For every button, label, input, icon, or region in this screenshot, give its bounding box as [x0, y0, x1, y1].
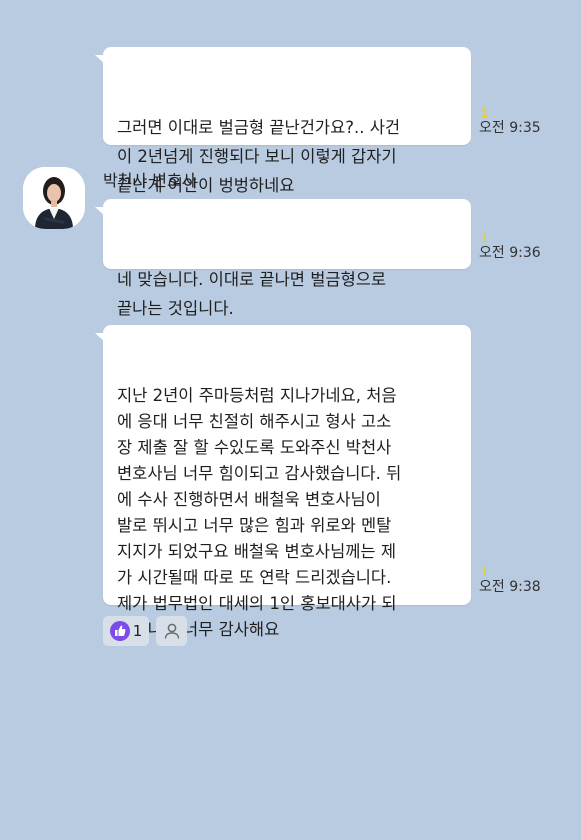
avatar[interactable]: [23, 167, 85, 229]
person-icon: [164, 623, 179, 639]
message-time: 오전 9:36: [479, 245, 541, 261]
thumbs-up-icon: [109, 621, 130, 641]
message-meta: 1 오전 9:35: [479, 107, 541, 137]
read-count: 1: [481, 106, 489, 120]
bubble-tail: [95, 55, 105, 64]
message-bubble[interactable]: 네 맞습니다. 이대로 끝나면 벌금형으로 끝나는 것입니다.: [95, 199, 471, 318]
reaction-users-button[interactable]: [156, 616, 187, 646]
bubble-tail: [95, 333, 105, 342]
bubble-tail: [95, 207, 105, 216]
message-time: 오전 9:38: [479, 579, 541, 595]
message-text: 지난 2년이 주마등처럼 지나가네요, 처음 에 응대 너무 친절히 해주시고 …: [117, 386, 402, 639]
message-time: 오전 9:35: [479, 120, 541, 136]
like-count: 1: [132, 622, 143, 640]
lawyer-portrait-image: [23, 167, 85, 229]
message-bubble[interactable]: 그러면 이대로 벌금형 끝난건가요?.. 사건 이 2년넘게 진행되다 보니 이…: [95, 47, 471, 195]
sender-name: 박천사 변호사: [103, 171, 197, 190]
message-meta: 1 오전 9:38: [479, 566, 541, 596]
read-count: 1: [481, 231, 489, 245]
message-meta: 1 오전 9:36: [479, 232, 541, 262]
message-text: 네 맞습니다. 이대로 끝나면 벌금형으로 끝나는 것입니다.: [117, 270, 387, 318]
like-reaction-button[interactable]: 1: [103, 616, 149, 646]
read-count: 1: [481, 565, 489, 579]
message-bubble[interactable]: 지난 2년이 주마등처럼 지나가네요, 처음 에 응대 너무 친절히 해주시고 …: [95, 325, 471, 639]
